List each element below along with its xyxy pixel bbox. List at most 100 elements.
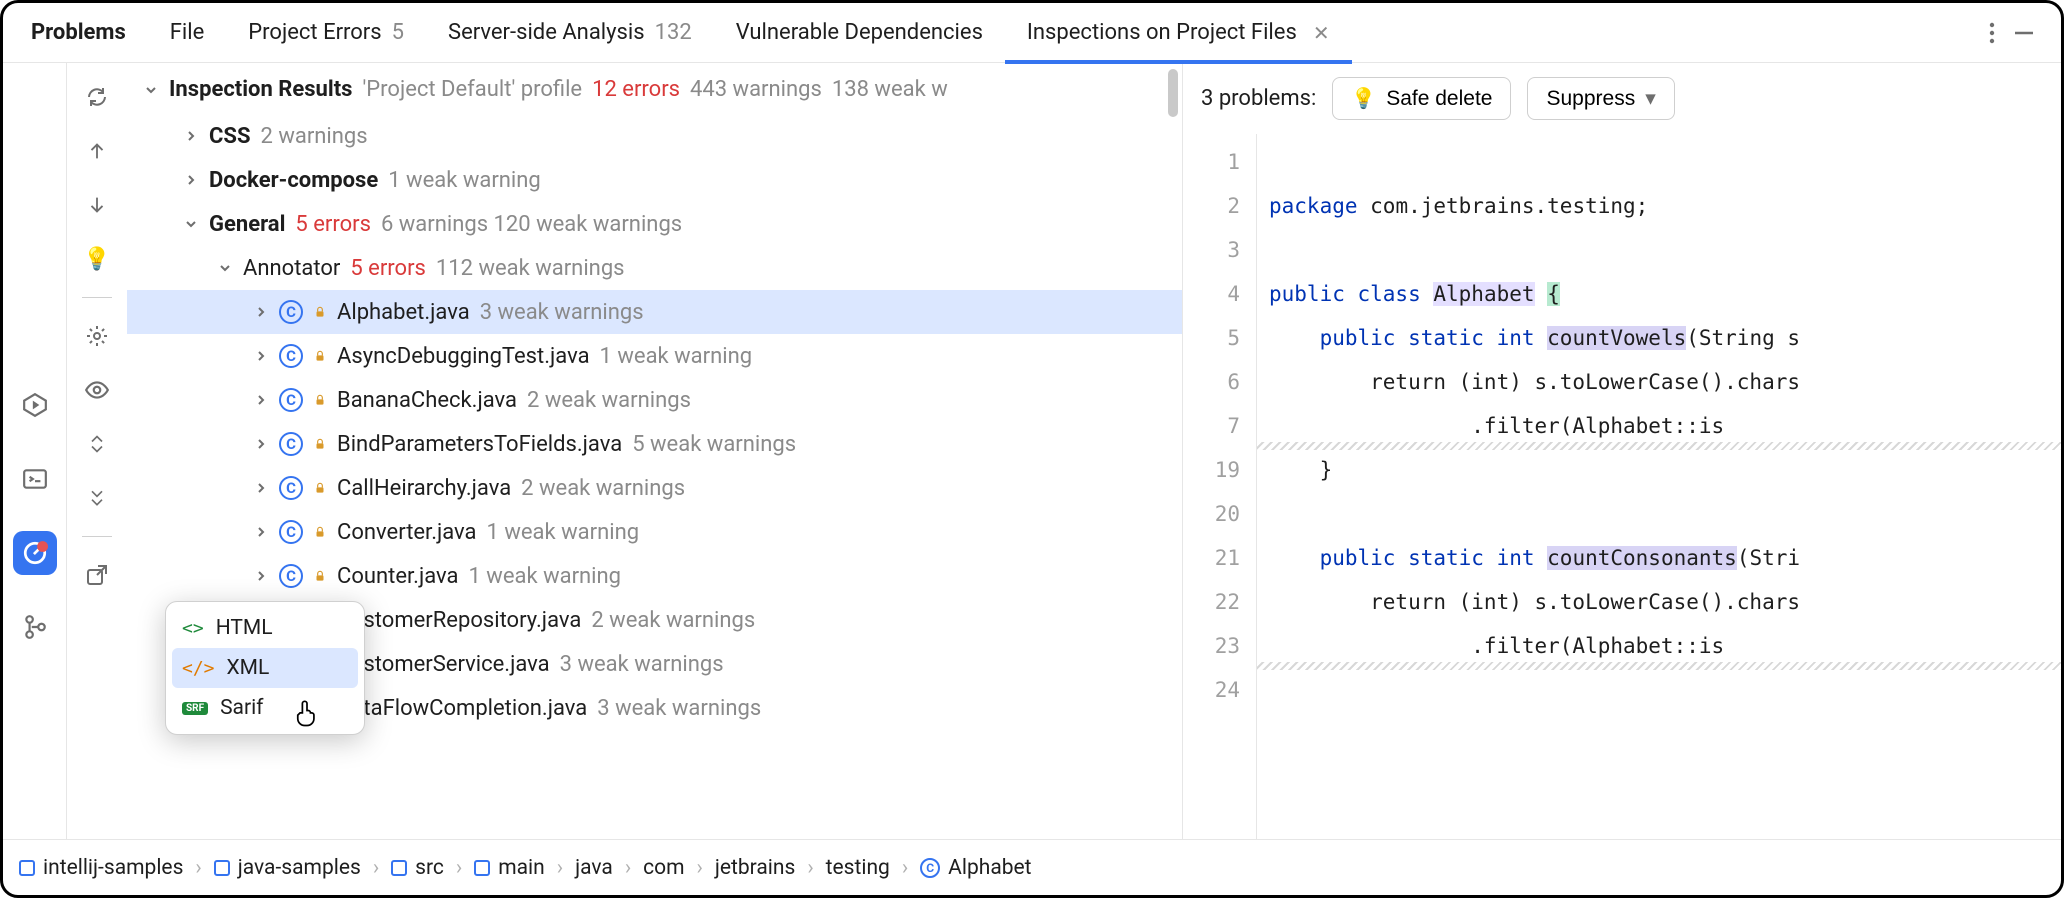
breadcrumb-item[interactable]: intellij-samples [19,856,183,880]
close-icon[interactable]: ✕ [1313,21,1330,45]
chevron-right-icon: › [369,856,383,880]
tree-file-node[interactable]: CBindParametersToFields.java5 weak warni… [127,422,1182,466]
lock-icon [313,349,327,363]
chevron-right-icon: › [693,856,707,880]
popup-item-sarif[interactable]: SRF Sarif [166,688,364,728]
tool-window-rail [3,63,67,839]
scrollbar[interactable] [1168,69,1178,117]
breadcrumb-item[interactable]: jetbrains [715,856,796,880]
tab-project-errors[interactable]: Project Errors 5 [226,3,426,63]
tree-file-node[interactable]: CCallHeirarchy.java2 weak warnings [127,466,1182,510]
tree-file-node[interactable]: CBananaCheck.java2 weak warnings [127,378,1182,422]
lock-icon [313,393,327,407]
tree-title: Inspection Results [169,77,352,102]
popup-item-html[interactable]: <> HTML [166,608,364,648]
breadcrumb-item[interactable]: java [575,856,613,880]
chevron-right-icon[interactable] [253,524,269,540]
arrow-up-icon[interactable] [77,131,117,171]
breadcrumb-item[interactable]: src [391,856,444,880]
terminal-tool-button[interactable] [13,457,57,501]
file-info: 1 weak warning [600,344,753,369]
line-number: 2 [1183,184,1240,228]
line-number: 20 [1183,492,1240,536]
tree-file-node[interactable]: CAsyncDebuggingTest.java1 weak warning [127,334,1182,378]
breadcrumb-item[interactable]: com [643,856,684,880]
tab-problems[interactable]: Problems [9,3,148,63]
chevron-right-icon[interactable] [183,172,199,188]
file-name: Alphabet.java [337,300,470,325]
breadcrumb-item[interactable]: java-samples [214,856,361,880]
file-info: 2 weak warnings [591,608,755,633]
vcs-tool-button[interactable] [13,605,57,649]
breadcrumb-item[interactable]: main [474,856,545,880]
module-icon [19,860,35,876]
lock-icon [313,525,327,539]
java-class-icon: C [279,432,303,456]
java-class-icon: C [279,564,303,588]
inspection-results-header[interactable]: Inspection Results 'Project Default' pro… [127,63,1182,112]
gear-icon[interactable] [77,316,117,356]
separator [82,536,112,537]
tree-node-general[interactable]: General 5 errors 6 warnings 120 weak war… [127,202,1182,246]
chevron-down-icon[interactable] [143,82,159,98]
chevron-right-icon[interactable] [253,304,269,320]
chevron-right-icon[interactable] [253,436,269,452]
popup-item-xml[interactable]: </> XML [172,648,358,688]
line-number: 1 [1183,140,1240,184]
arrow-down-icon[interactable] [77,185,117,225]
chevron-down-icon[interactable] [217,260,233,276]
eye-icon[interactable] [77,370,117,410]
tree-node-css[interactable]: CSS 2 warnings [127,114,1182,158]
safe-delete-button[interactable]: 💡 Safe delete [1332,77,1511,120]
collapse-all-icon[interactable] [77,478,117,518]
tree-node-docker[interactable]: Docker-compose 1 weak warning [127,158,1182,202]
chevron-down-icon[interactable] [183,216,199,232]
chevron-right-icon[interactable] [253,568,269,584]
navigation-breadcrumb: intellij-samples › java-samples › src › main › j… [3,839,2061,895]
file-name: BananaCheck.java [337,388,517,413]
tree-file-node[interactable]: CCounter.java1 weak warning [127,554,1182,598]
suppress-button[interactable]: Suppress ▾ [1527,77,1674,120]
file-name: Converter.java [337,520,477,545]
kebab-menu-icon[interactable] [1989,22,1995,44]
line-number: 6 [1183,360,1240,404]
module-icon [391,860,407,876]
code-editor[interactable]: package com.jetbrains.testing; public cl… [1257,134,2061,839]
fold-indicator [1257,442,2061,450]
tab-inspections-on-project-files[interactable]: Inspections on Project Files ✕ [1005,3,1352,63]
java-class-icon: C [920,858,940,878]
services-tool-button[interactable] [13,383,57,427]
tab-file[interactable]: File [148,3,227,63]
file-info: 1 weak warning [487,520,640,545]
minimize-icon[interactable] [2013,22,2035,44]
chevron-right-icon: › [553,856,567,880]
tree-node-annotator[interactable]: Annotator 5 errors 112 weak warnings [127,246,1182,290]
inspection-toolbar: 💡 [67,63,127,839]
file-info: 5 weak warnings [632,432,796,457]
breadcrumb-item[interactable]: CAlphabet [920,856,1031,880]
refresh-icon[interactable] [77,77,117,117]
chevron-right-icon: › [621,856,635,880]
export-icon[interactable] [77,555,117,595]
tree-file-node[interactable]: CAlphabet.java3 weak warnings [127,290,1182,334]
lock-icon [313,481,327,495]
line-number: 21 [1183,536,1240,580]
module-icon [474,860,490,876]
tree-file-node[interactable]: CConverter.java1 weak warning [127,510,1182,554]
tab-server-side-analysis[interactable]: Server-side Analysis 132 [426,3,714,63]
chevron-right-icon[interactable] [253,348,269,364]
bulb-icon[interactable]: 💡 [77,239,117,279]
tree-warning-count: 443 warnings [690,77,822,102]
chevron-right-icon[interactable] [253,480,269,496]
problems-tool-button[interactable] [13,531,57,575]
chevron-right-icon[interactable] [253,392,269,408]
line-number: 7 [1183,404,1240,448]
breadcrumb-item[interactable]: testing [826,856,890,880]
file-info: 3 weak warnings [597,696,761,721]
line-number: 4 [1183,272,1240,316]
expand-collapse-icon[interactable] [77,424,117,464]
export-popup: <> HTML </> XML SRF Sarif [165,601,365,735]
chevron-right-icon[interactable] [183,128,199,144]
line-number: 3 [1183,228,1240,272]
tab-vulnerable-dependencies[interactable]: Vulnerable Dependencies [714,3,1005,63]
